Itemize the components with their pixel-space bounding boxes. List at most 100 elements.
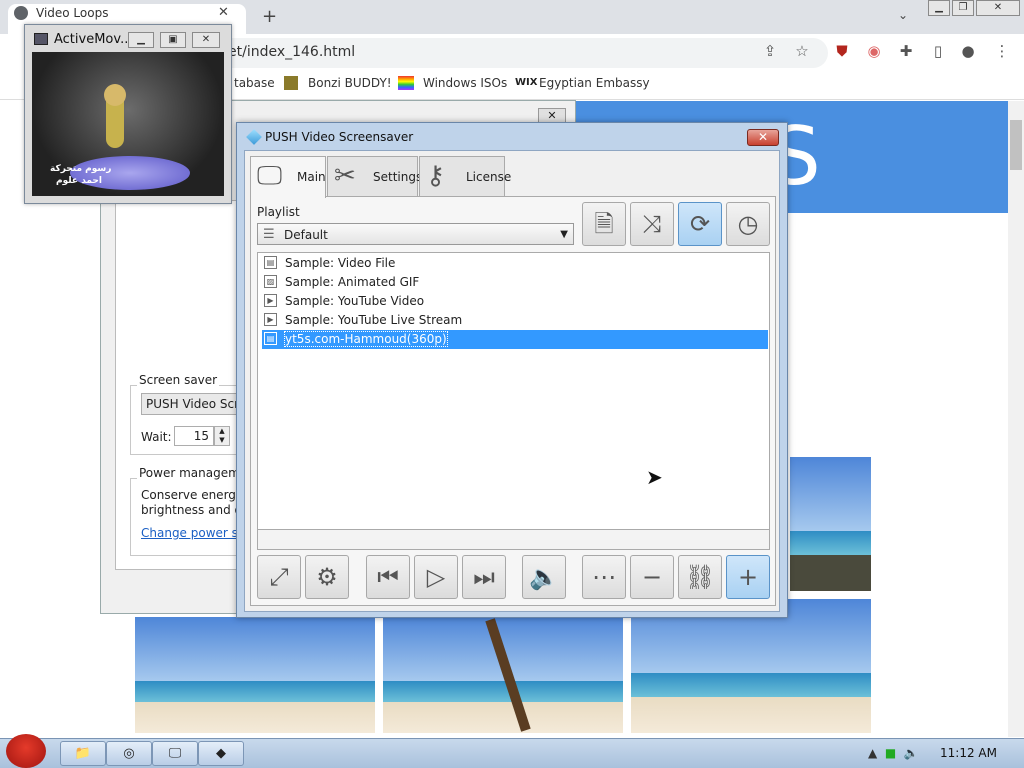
wait-spinner[interactable]: ▲ ▼	[214, 426, 230, 446]
am-close-button[interactable]: ✕	[192, 32, 220, 48]
document-icon: 🗎	[594, 210, 614, 238]
page-scrollbar[interactable]	[1008, 101, 1024, 737]
screensaver-select[interactable]: PUSH Video Scree	[141, 393, 241, 415]
system-tray[interactable]: ▲ ■ 🔈	[868, 746, 919, 760]
bonzi-icon	[284, 76, 298, 90]
screensaver-group-label: Screen saver	[137, 373, 220, 387]
beach-photo[interactable]	[790, 457, 871, 591]
rainbow-flag-icon	[398, 76, 414, 90]
beach-photo[interactable]	[135, 617, 375, 733]
remove-button[interactable]: −	[630, 555, 674, 599]
wait-input[interactable]: 15	[174, 426, 214, 446]
bookmark-item[interactable]: Windows ISOs	[423, 76, 507, 90]
am-minimize-button[interactable]: ▁	[128, 32, 154, 48]
taskbar-push[interactable]: ◆	[198, 741, 244, 766]
tab-settings[interactable]: ✂ Settings	[327, 156, 422, 196]
key-icon: ⚷	[426, 161, 446, 191]
taskbar-explorer[interactable]: 📁	[60, 741, 106, 766]
play-icon: ▷	[426, 563, 446, 591]
tab-close-button[interactable]: ✕	[218, 5, 229, 20]
tab-label: Main	[297, 170, 326, 184]
bookmark-item[interactable]: Bonzi BUDDY!	[308, 76, 392, 90]
new-tab-button[interactable]: +	[262, 6, 277, 27]
minimize-button[interactable]: ▁	[928, 0, 950, 16]
item-label: Sample: Video File	[285, 256, 396, 270]
shuffle-button[interactable]: ⤨	[630, 202, 674, 246]
tab-label: Settings	[373, 170, 423, 184]
battery-icon: ■	[884, 746, 897, 760]
beach-photo[interactable]	[631, 599, 871, 733]
plus-icon: +	[737, 563, 759, 591]
play-icon: ▶	[264, 313, 277, 326]
minus-icon: −	[641, 563, 663, 591]
folder-icon: 📁	[74, 746, 92, 761]
volume-button[interactable]: 🔈	[522, 555, 566, 599]
playlist-value: Default	[284, 228, 328, 242]
tools-icon: ✂	[334, 161, 356, 191]
activemovie-title: ActiveMov...	[54, 32, 133, 47]
restore-button[interactable]: ❐	[952, 0, 974, 16]
playlist-select[interactable]: ☰ Default ▼	[257, 223, 574, 245]
menu-icon[interactable]: ⋮	[992, 42, 1012, 62]
angry-bird-icon	[6, 734, 46, 768]
shuffle-icon: ⤨	[642, 210, 662, 238]
playlist-manage-button[interactable]: 🗎	[582, 202, 626, 246]
bookmark-item[interactable]: tabase	[234, 76, 275, 90]
tab-license[interactable]: ⚷ License	[419, 156, 511, 196]
list-item[interactable]: ▨ Sample: Animated GIF	[262, 273, 768, 292]
clock[interactable]: 11:12 AM	[940, 746, 997, 760]
share-icon[interactable]: ⇪	[760, 42, 780, 62]
loop-button[interactable]: ⟳	[678, 202, 722, 246]
playlist-label: Playlist	[257, 205, 300, 219]
sidepanel-icon[interactable]: ▯	[928, 42, 948, 62]
scrollbar-thumb[interactable]	[1010, 120, 1022, 170]
add-button[interactable]: +	[726, 555, 770, 599]
puzzle-icon[interactable]: ✚	[896, 42, 916, 62]
ellipsis-icon: ⋯	[592, 563, 616, 591]
change-power-settings-link[interactable]: Change power set	[141, 526, 250, 540]
am-maximize-button[interactable]: ▣	[160, 32, 186, 48]
start-button[interactable]	[0, 730, 52, 768]
wix-icon: WIX	[515, 77, 538, 88]
profile-icon[interactable]: ●	[958, 42, 978, 62]
push-close-button[interactable]: ✕	[747, 129, 779, 146]
list-item[interactable]: ▶ Sample: YouTube Video	[262, 292, 768, 311]
settings-button[interactable]: ⚙	[305, 555, 349, 599]
play-button[interactable]: ▷	[414, 555, 458, 599]
close-button[interactable]: ✕	[976, 0, 1020, 16]
taskbar-display[interactable]: 🖵	[152, 741, 198, 766]
list-item[interactable]: ▤ Sample: Video File	[262, 254, 768, 273]
add-link-button[interactable]: ⛓	[678, 555, 722, 599]
timer-button[interactable]: ◷	[726, 202, 770, 246]
item-label: Sample: YouTube Video	[285, 294, 425, 308]
cartoon-head	[104, 84, 126, 106]
item-label: Sample: Animated GIF	[285, 275, 420, 289]
gem-icon: ◆	[216, 746, 226, 761]
palm-beach-photo[interactable]	[383, 617, 623, 733]
film-icon: ▤	[264, 256, 277, 269]
fullscreen-button[interactable]: ⤢	[257, 555, 301, 599]
list-item[interactable]: ▶ Sample: YouTube Live Stream	[262, 311, 768, 330]
gear-icon: ⚙	[316, 563, 338, 591]
item-label: yt5s.com-Hammoud(360p)	[284, 331, 448, 347]
film-icon: ▤	[264, 332, 277, 345]
url-text[interactable]: et/index_146.html	[228, 44, 355, 60]
next-button[interactable]: ⏭	[462, 555, 506, 599]
push-window-title: PUSH Video Screensaver	[265, 130, 414, 144]
globe-icon	[14, 6, 28, 20]
extension-flag-icon[interactable]: ◉	[864, 42, 884, 62]
previous-button[interactable]: ⏮	[366, 555, 410, 599]
shield-extension-icon[interactable]: ⛊	[832, 42, 852, 62]
video-caption: احمد علوم	[56, 176, 102, 186]
list-icon: ☰	[263, 227, 275, 242]
tab-title: Video Loops	[36, 6, 109, 20]
more-button[interactable]: ⋯	[582, 555, 626, 599]
mouse-cursor-icon: ➤	[646, 465, 663, 489]
list-item-selected[interactable]: ▤ yt5s.com-Hammoud(360p)	[262, 330, 768, 349]
tab-label: License	[466, 170, 512, 184]
bookmark-item[interactable]: Egyptian Embassy	[539, 76, 650, 90]
tab-main[interactable]: 🖵 Main	[250, 156, 326, 198]
taskbar-chrome[interactable]: ◎	[106, 741, 152, 766]
tab-search-button[interactable]: ⌄	[898, 8, 908, 22]
star-icon[interactable]: ☆	[792, 42, 812, 62]
